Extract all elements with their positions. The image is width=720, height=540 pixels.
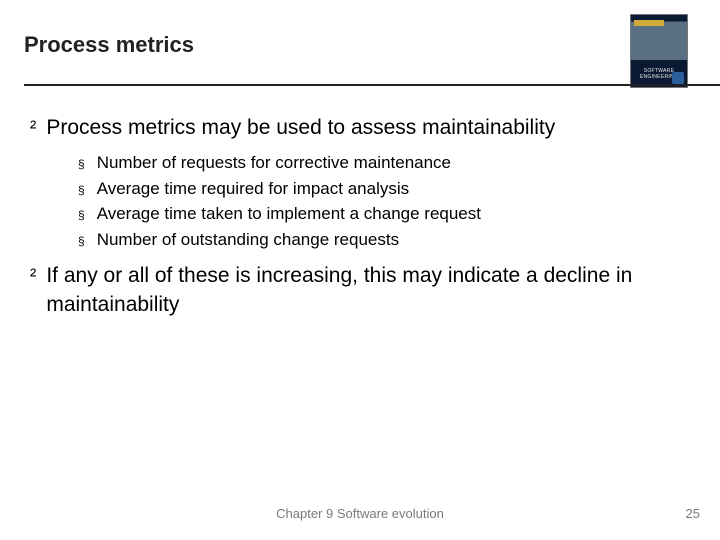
slide-title: Process metrics [24, 32, 696, 86]
diamond-bullet-icon: ² [30, 264, 36, 321]
bullet-text: If any or all of these is increasing, th… [46, 262, 696, 319]
bullet-text: Number of requests for corrective mainte… [97, 150, 451, 176]
content-area: ² Process metrics may be used to assess … [24, 86, 696, 319]
book-cover-label: SOFTWARE ENGINEERING [630, 68, 688, 80]
sub-bullets: § Number of requests for corrective main… [78, 150, 696, 252]
slide: Process metrics SOFTWARE ENGINEERING ² P… [0, 0, 720, 540]
footer-center-text: Chapter 9 Software evolution [0, 506, 720, 521]
bullet-text: Average time required for impact analysi… [97, 176, 409, 202]
footer: Chapter 9 Software evolution 25 [0, 506, 720, 526]
square-bullet-icon: § [78, 155, 85, 181]
title-divider [24, 84, 720, 87]
header: Process metrics SOFTWARE ENGINEERING [24, 32, 696, 86]
page-number: 25 [686, 506, 700, 521]
diamond-bullet-icon: ² [30, 116, 36, 144]
square-bullet-icon: § [78, 181, 85, 207]
bullet-text: Number of outstanding change requests [97, 227, 399, 253]
square-bullet-icon: § [78, 206, 85, 232]
bullet-level2: § Number of requests for corrective main… [78, 150, 696, 176]
bullet-level1: ² If any or all of these is increasing, … [30, 262, 696, 319]
bullet-text: Average time taken to implement a change… [97, 201, 481, 227]
bullet-level1: ² Process metrics may be used to assess … [30, 114, 696, 142]
bullet-level2: § Average time required for impact analy… [78, 176, 696, 202]
bullet-level2: § Average time taken to implement a chan… [78, 201, 696, 227]
bullet-level2: § Number of outstanding change requests [78, 227, 696, 253]
square-bullet-icon: § [78, 232, 85, 258]
book-cover-image: SOFTWARE ENGINEERING [630, 14, 688, 88]
bullet-text: Process metrics may be used to assess ma… [46, 114, 555, 142]
